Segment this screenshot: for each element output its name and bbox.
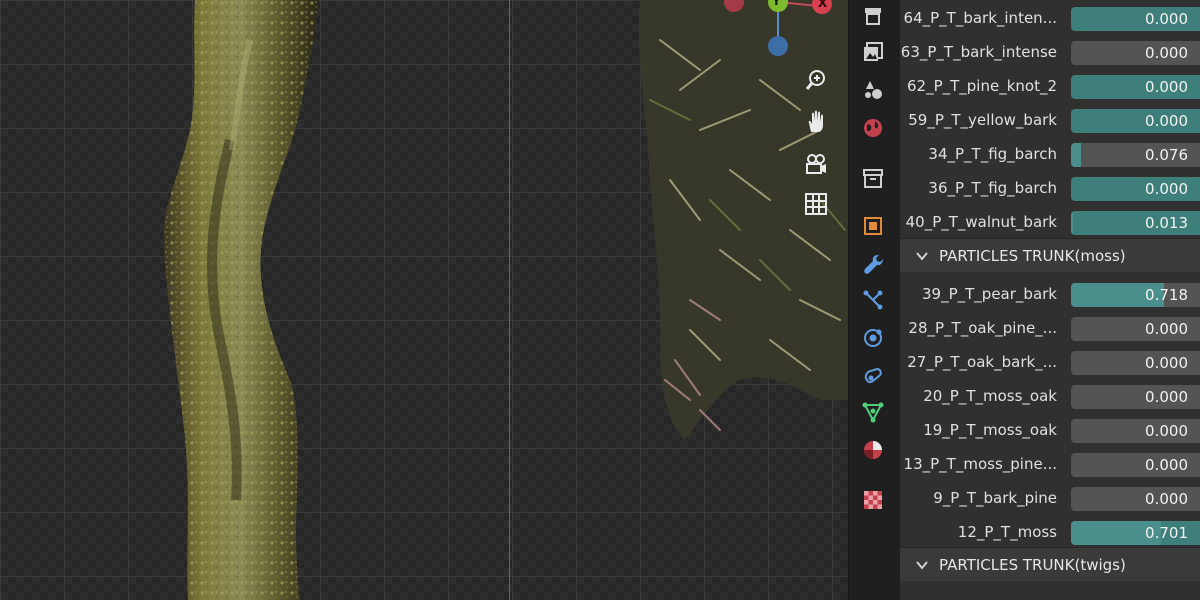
shape-key-value: 0.000 bbox=[1145, 10, 1188, 28]
shape-key-row[interactable]: 19_P_T_moss_oak 0.000 bbox=[900, 413, 1200, 447]
shape-key-row[interactable]: 12_P_T_moss 0.701 bbox=[900, 515, 1200, 549]
section-title: PARTICLES TRUNK(moss) bbox=[939, 247, 1126, 265]
slider-fill bbox=[1071, 143, 1081, 167]
shape-key-value: 0.076 bbox=[1145, 146, 1188, 164]
shape-key-row[interactable]: 9_P_T_bark_pine 0.000 bbox=[900, 481, 1200, 515]
shape-key-value-slider[interactable]: 0.000 bbox=[1071, 453, 1200, 477]
shape-key-value: 0.718 bbox=[1145, 286, 1188, 304]
physics-icon[interactable] bbox=[861, 326, 885, 350]
shape-key-row[interactable]: 34_P_T_fig_barch 0.076 bbox=[900, 137, 1200, 171]
shape-key-value-slider[interactable]: 0.000 bbox=[1071, 351, 1200, 375]
shape-key-value: 0.000 bbox=[1145, 78, 1188, 96]
shape-key-label: 12_P_T_moss bbox=[957, 523, 1057, 541]
shape-key-row[interactable]: 59_P_T_yellow_bark 0.000 bbox=[900, 103, 1200, 137]
chevron-down-icon bbox=[916, 561, 928, 570]
shape-key-row[interactable]: 63_P_T_bark_intense 0.000 bbox=[900, 35, 1200, 69]
data-icon[interactable] bbox=[861, 400, 885, 424]
shape-key-row-partial[interactable]: 69_P_T_small_twig bbox=[900, 584, 1200, 600]
shape-key-label: 59_P_T_yellow_bark bbox=[908, 111, 1057, 129]
shape-key-value-slider[interactable]: 0.000 bbox=[1071, 41, 1200, 65]
shape-key-label: 40_P_T_walnut_bark bbox=[905, 213, 1057, 231]
section-title: PARTICLES TRUNK(twigs) bbox=[939, 556, 1126, 574]
gizmo-x-label: X bbox=[818, 0, 828, 10]
shape-key-row[interactable]: 62_P_T_pine_knot_2 0.000 bbox=[900, 69, 1200, 103]
shape-key-value: 0.000 bbox=[1145, 422, 1188, 440]
shape-key-value: 0.013 bbox=[1145, 214, 1188, 232]
output-icon[interactable] bbox=[861, 4, 885, 28]
view-layer-icon[interactable] bbox=[861, 40, 885, 64]
shape-key-label: 20_P_T_moss_oak bbox=[923, 387, 1057, 405]
shape-key-value-slider[interactable]: 0.000 bbox=[1071, 487, 1200, 511]
shape-key-label: 39_P_T_pear_bark bbox=[922, 285, 1057, 303]
world-icon[interactable] bbox=[861, 116, 885, 140]
shape-key-value-slider[interactable]: 0.000 bbox=[1071, 177, 1200, 201]
shape-key-value-slider[interactable]: 0.013 bbox=[1071, 211, 1200, 235]
modifier-wrench-icon[interactable] bbox=[855, 246, 895, 282]
zoom-icon[interactable] bbox=[802, 66, 830, 94]
shape-key-row[interactable]: 40_P_T_walnut_bark 0.013 bbox=[900, 205, 1200, 239]
shape-key-value: 0.000 bbox=[1145, 44, 1188, 62]
particles-icon[interactable] bbox=[861, 288, 885, 312]
shape-key-label: 27_P_T_oak_bark_... bbox=[907, 353, 1057, 371]
shape-key-label: 36_P_T_fig_barch bbox=[928, 179, 1057, 197]
section-particles-trunk-moss[interactable]: PARTICLES TRUNK(moss) bbox=[900, 238, 1200, 272]
section-particles-trunk-twigs[interactable]: PARTICLES TRUNK(twigs) bbox=[900, 547, 1200, 581]
grid-icon[interactable] bbox=[802, 190, 830, 218]
shape-key-label: 13_P_T_moss_pine... bbox=[903, 455, 1057, 473]
shape-key-value-slider[interactable]: 0.000 bbox=[1071, 385, 1200, 409]
shape-key-row[interactable]: 28_P_T_oak_pine_... 0.000 bbox=[900, 311, 1200, 345]
material-icon[interactable] bbox=[861, 438, 885, 462]
shape-key-value-slider[interactable]: 0.000 bbox=[1071, 419, 1200, 443]
3d-viewport[interactable]: Y X bbox=[0, 0, 848, 600]
gizmo-y-label: Y bbox=[772, 0, 781, 8]
shape-key-row[interactable]: 64_P_T_bark_inten... 0.000 bbox=[900, 1, 1200, 35]
properties-panel: 64_P_T_bark_inten... 0.000 63_P_T_bark_int… bbox=[900, 0, 1200, 600]
shape-key-label: 64_P_T_bark_inten... bbox=[903, 9, 1057, 27]
scene-icon[interactable] bbox=[861, 78, 885, 102]
blender-window: Y X 64_P_T_bark_inten... 0.000 63_P_T_ba… bbox=[0, 0, 1200, 600]
camera-icon[interactable] bbox=[802, 150, 830, 178]
shape-key-value: 0.701 bbox=[1145, 524, 1188, 542]
shape-key-label: 62_P_T_pine_knot_2 bbox=[906, 77, 1057, 95]
properties-tab-strip bbox=[848, 0, 900, 600]
shape-key-label: 28_P_T_oak_pine_... bbox=[908, 319, 1057, 337]
shape-key-label: 63_P_T_bark_intense bbox=[900, 43, 1057, 61]
shape-key-value: 0.000 bbox=[1145, 180, 1188, 198]
shape-key-value-slider[interactable]: 0.718 bbox=[1071, 283, 1200, 307]
shape-key-label: 69_P_T_small_twig bbox=[918, 590, 1057, 600]
shape-key-value: 0.000 bbox=[1145, 320, 1188, 338]
hand-pan-icon[interactable] bbox=[802, 108, 830, 136]
pine-foliage-render bbox=[638, 0, 848, 440]
shape-key-row[interactable]: 39_P_T_pear_bark 0.718 bbox=[900, 277, 1200, 311]
shape-key-value-slider[interactable]: 0.701 bbox=[1071, 521, 1200, 545]
shape-key-label: 19_P_T_moss_oak bbox=[923, 421, 1057, 439]
shape-key-value: 0.000 bbox=[1145, 354, 1188, 372]
shape-key-row[interactable]: 36_P_T_fig_barch 0.000 bbox=[900, 171, 1200, 205]
shape-key-label: 34_P_T_fig_barch bbox=[928, 145, 1057, 163]
collection-icon[interactable] bbox=[861, 166, 885, 190]
shape-key-value: 0.000 bbox=[1145, 490, 1188, 508]
shape-key-row[interactable]: 13_P_T_moss_pine... 0.000 bbox=[900, 447, 1200, 481]
shape-key-value-slider[interactable]: 0.000 bbox=[1071, 7, 1200, 31]
shape-key-value-slider[interactable]: 0.076 bbox=[1071, 143, 1200, 167]
shape-key-value-slider[interactable]: 0.000 bbox=[1071, 75, 1200, 99]
shape-key-value: 0.000 bbox=[1145, 456, 1188, 474]
shape-key-value-slider[interactable]: 0.000 bbox=[1071, 317, 1200, 341]
object-icon[interactable] bbox=[861, 214, 885, 238]
constraints-icon[interactable] bbox=[861, 364, 885, 388]
shape-key-value-slider[interactable]: 0.000 bbox=[1071, 109, 1200, 133]
chevron-down-icon bbox=[916, 252, 928, 261]
texture-icon[interactable] bbox=[861, 488, 885, 512]
shape-key-row[interactable]: 27_P_T_oak_bark_... 0.000 bbox=[900, 345, 1200, 379]
slider-fill bbox=[1071, 211, 1073, 235]
shape-key-value: 0.000 bbox=[1145, 388, 1188, 406]
shape-key-label: 9_P_T_bark_pine bbox=[933, 489, 1057, 507]
shape-key-row[interactable]: 20_P_T_moss_oak 0.000 bbox=[900, 379, 1200, 413]
shape-key-value: 0.000 bbox=[1145, 112, 1188, 130]
